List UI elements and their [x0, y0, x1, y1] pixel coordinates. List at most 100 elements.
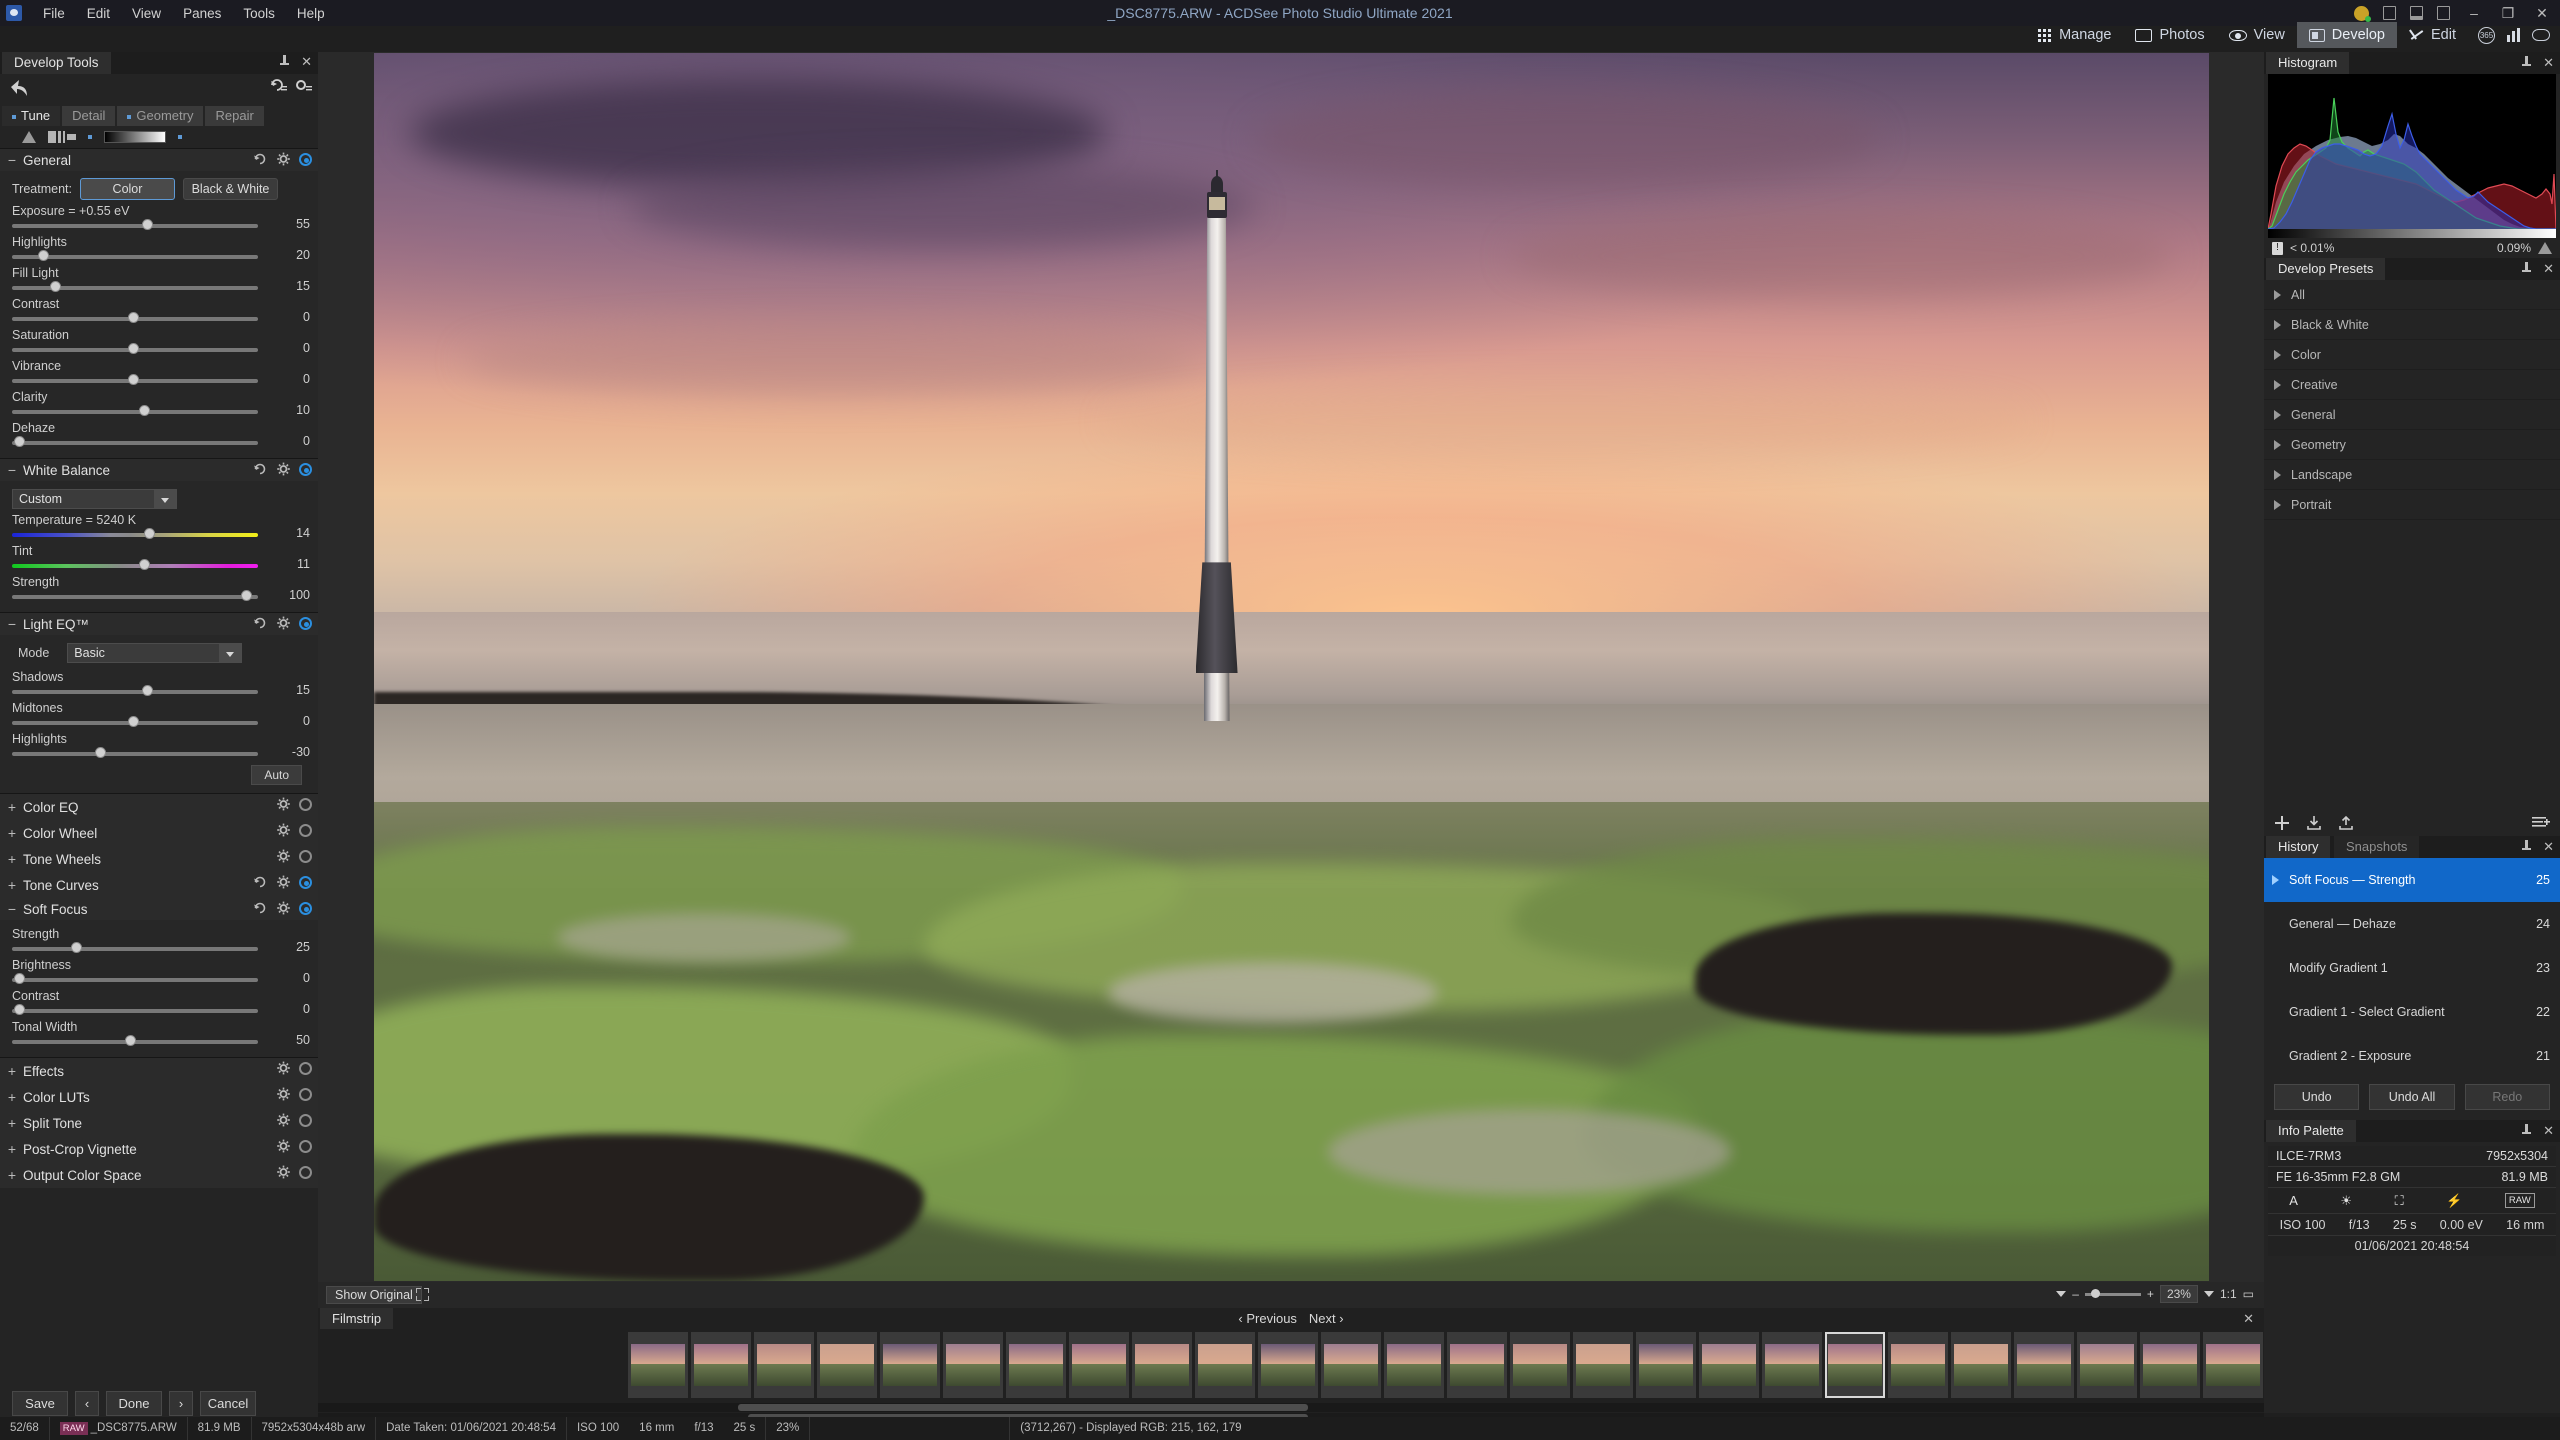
section-enable-toggle[interactable]: [299, 902, 312, 915]
slider-knob[interactable]: [71, 942, 82, 953]
menu-item-view[interactable]: View: [121, 3, 172, 24]
filmstrip-thumbnail[interactable]: [1006, 1332, 1066, 1398]
previous-image-button[interactable]: ‹: [75, 1390, 99, 1416]
tool-tab-detail[interactable]: Detail: [62, 106, 116, 126]
filmstrip-thumbnail[interactable]: [817, 1332, 877, 1398]
slider-knob[interactable]: [94, 747, 106, 758]
preset-group-creative[interactable]: Creative: [2264, 370, 2560, 400]
layout-bottom-icon[interactable]: [2410, 6, 2423, 20]
filmstrip-thumbnail[interactable]: [1636, 1332, 1696, 1398]
slider-knob[interactable]: [139, 559, 151, 570]
slider-knob[interactable]: [127, 343, 139, 354]
filmstrip-thumbnail[interactable]: [2203, 1332, 2263, 1398]
filmstrip-thumbnails[interactable]: [318, 1332, 2264, 1400]
gear-icon[interactable]: [276, 152, 291, 167]
section-header[interactable]: + Output Color Space: [0, 1162, 318, 1188]
slider-track[interactable]: [12, 752, 258, 756]
pin-icon[interactable]: [2522, 56, 2532, 69]
section-enable-toggle[interactable]: [299, 850, 312, 863]
section-header[interactable]: + Effects: [0, 1058, 318, 1084]
filmstrip-thumbnail[interactable]: [1762, 1332, 1822, 1398]
slider-track[interactable]: [12, 286, 258, 290]
slider-knob[interactable]: [240, 590, 252, 601]
minimize-button[interactable]: –: [2464, 5, 2484, 21]
section-enable-toggle[interactable]: [299, 1140, 312, 1153]
filmstrip-thumbnail[interactable]: [1258, 1332, 1318, 1398]
import-preset-icon[interactable]: [2306, 815, 2322, 831]
mode-manage[interactable]: Manage: [2026, 22, 2123, 48]
section-toggle-icon[interactable]: −: [6, 462, 18, 478]
filmstrip-thumbnail[interactable]: [1384, 1332, 1444, 1398]
filmstrip-thumbnail[interactable]: [2077, 1332, 2137, 1398]
zoom-menu-icon[interactable]: [2056, 1291, 2067, 1297]
mode-view[interactable]: View: [2217, 22, 2297, 48]
gear-icon[interactable]: [276, 1139, 291, 1154]
tool-tab-geometry[interactable]: Geometry: [117, 106, 204, 126]
highlight-clip-icon[interactable]: [2538, 242, 2552, 254]
chevron-right-icon[interactable]: [2274, 349, 2281, 360]
slider-row[interactable]: -30: [10, 745, 312, 760]
section-header[interactable]: + Tone Wheels: [0, 846, 318, 872]
layout-right-icon[interactable]: [2437, 6, 2450, 20]
next-image-button[interactable]: ›: [169, 1390, 193, 1416]
zoom-out-icon[interactable]: –: [2072, 1287, 2079, 1301]
slider-track[interactable]: [12, 978, 258, 982]
preset-group-color[interactable]: Color: [2264, 340, 2560, 370]
filmstrip-thumbnail[interactable]: [1321, 1332, 1381, 1398]
close-icon[interactable]: ✕: [2543, 1124, 2554, 1137]
preset-group-general[interactable]: General: [2264, 400, 2560, 430]
history-item[interactable]: General — Dehaze 24: [2264, 902, 2560, 946]
gear-icon[interactable]: [276, 1165, 291, 1180]
history-tab[interactable]: History: [2266, 836, 2331, 858]
history-item[interactable]: Gradient 1 - Select Gradient 22: [2264, 990, 2560, 1034]
undo-arrow-icon[interactable]: [8, 78, 30, 98]
mode-develop[interactable]: Develop: [2296, 22, 2397, 48]
filmstrip-close-icon[interactable]: ✕: [2243, 1311, 2254, 1327]
chart-icon[interactable]: [2507, 28, 2520, 42]
filmstrip-thumbnail[interactable]: [2014, 1332, 2074, 1398]
slider-row[interactable]: 50: [10, 1033, 312, 1048]
filmstrip-thumbnail[interactable]: [943, 1332, 1003, 1398]
reset-all-icon[interactable]: [270, 78, 287, 93]
settings-all-icon[interactable]: [295, 78, 312, 93]
brush-icon[interactable]: [48, 131, 76, 143]
365-icon[interactable]: 365: [2478, 26, 2495, 44]
section-header[interactable]: + Color Wheel: [0, 820, 318, 846]
close-button[interactable]: ✕: [2532, 5, 2552, 22]
gear-icon[interactable]: [276, 616, 291, 631]
preset-group-all[interactable]: All: [2264, 280, 2560, 310]
slider-knob[interactable]: [127, 312, 139, 323]
slider-row[interactable]: 0: [10, 341, 312, 356]
show-original-button[interactable]: Show Original: [326, 1286, 422, 1304]
filmstrip-thumbnail[interactable]: [691, 1332, 751, 1398]
zoom-preset-icon[interactable]: [2203, 1291, 2214, 1297]
reset-icon[interactable]: [253, 152, 268, 167]
slider-knob[interactable]: [14, 973, 26, 984]
menu-item-tools[interactable]: Tools: [232, 3, 286, 24]
section-toggle-icon[interactable]: +: [6, 877, 18, 893]
slider-row[interactable]: 0: [10, 971, 312, 986]
chevron-right-icon[interactable]: [2274, 289, 2281, 300]
history-options-icon[interactable]: [2532, 815, 2550, 831]
filmstrip-thumbnail[interactable]: [1825, 1332, 1885, 1398]
develop-presets-tab[interactable]: Develop Presets: [2266, 258, 2386, 280]
section-header[interactable]: + Tone Curves: [0, 872, 318, 898]
section-header[interactable]: − General: [0, 149, 318, 171]
section-toggle-icon[interactable]: +: [6, 1063, 18, 1079]
slider-track[interactable]: [12, 564, 258, 568]
chevron-right-icon[interactable]: [2274, 319, 2281, 330]
section-toggle-icon[interactable]: +: [6, 825, 18, 841]
slider-knob[interactable]: [14, 1004, 26, 1015]
filmstrip-scrollbar-thumb[interactable]: [738, 1404, 1308, 1411]
save-button[interactable]: Save: [12, 1390, 68, 1416]
slider-row[interactable]: 0: [10, 310, 312, 325]
section-header[interactable]: + Split Tone: [0, 1110, 318, 1136]
treatment-option-black-white[interactable]: Black & White: [182, 178, 278, 200]
slider-knob[interactable]: [127, 716, 139, 727]
reset-icon[interactable]: [253, 875, 268, 890]
menu-item-panes[interactable]: Panes: [172, 3, 232, 24]
look-icon[interactable]: [2532, 29, 2550, 41]
reset-icon[interactable]: [253, 462, 268, 477]
pin-icon[interactable]: [2522, 1124, 2532, 1137]
section-enable-toggle[interactable]: [299, 617, 312, 630]
